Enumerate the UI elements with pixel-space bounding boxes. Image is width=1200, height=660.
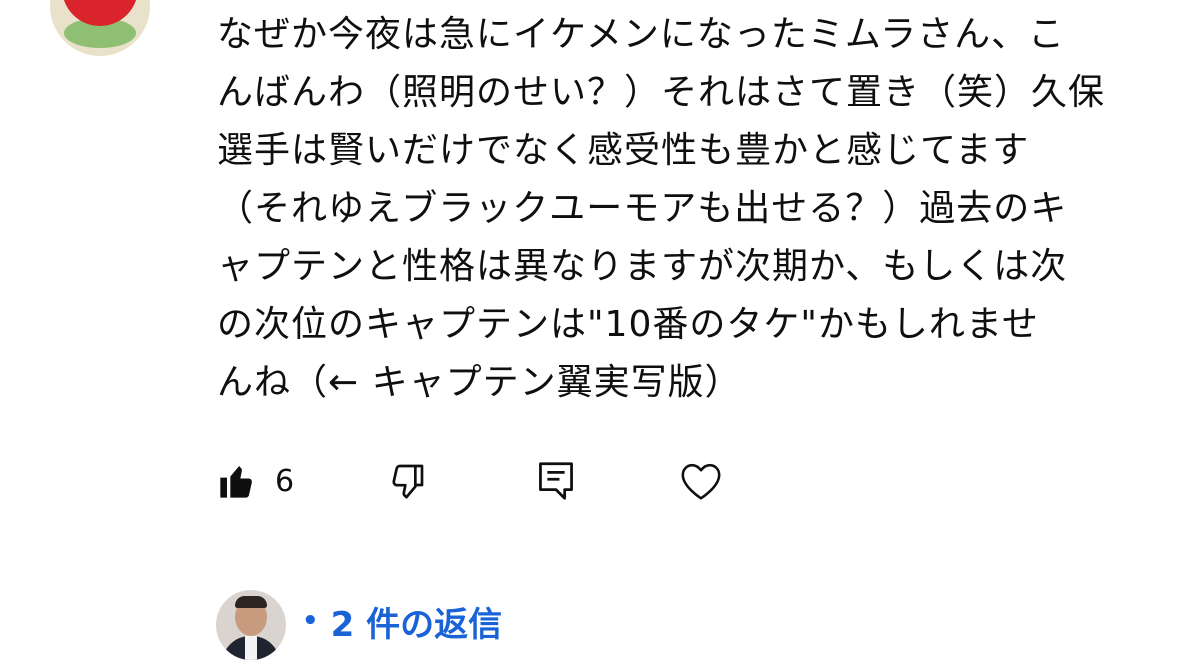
comment-body: なぜか今夜は急にイケメンになったミムラさん、こ んばんわ（照明のせい？）それはさ…	[217, 6, 1137, 412]
comment-line: んね（← キャプテン翼実写版）	[217, 362, 742, 403]
heart-outline-icon	[679, 461, 723, 501]
like-button[interactable]: 6	[217, 456, 294, 506]
comment-line: の次位のキャプテンは"10番のタケ"かもしれませ	[217, 304, 1039, 345]
reply-author-avatar	[216, 590, 286, 660]
comment-line: なぜか今夜は急にイケメンになったミムラさん、こ	[217, 14, 1066, 55]
like-count: 6	[275, 463, 295, 499]
comment-action-bar: 6	[217, 456, 777, 506]
reply-button[interactable]	[537, 456, 575, 506]
commenter-avatar[interactable]	[50, 0, 150, 56]
thumbs-up-filled-icon	[217, 461, 257, 501]
heart-button[interactable]	[679, 456, 723, 506]
comment-reply-icon	[537, 460, 575, 502]
replies-link[interactable]: • 2 件の返信	[302, 597, 502, 646]
comment-line: 選手は賢いだけでなく感受性も豊かと感じてます	[217, 130, 1030, 171]
avatar-hair-shape	[235, 596, 267, 608]
comment-line: ャプテンと性格は異なりますが次期か、もしくは次	[217, 246, 1068, 287]
thumbs-down-outline-icon	[387, 461, 427, 501]
replies-count-label: 2 件の返信	[330, 604, 503, 645]
dislike-button[interactable]	[387, 456, 427, 506]
replies-dot: •	[302, 606, 319, 636]
comment-line: （それゆえブラックユーモアも出せる？）過去のキ	[217, 188, 1068, 229]
view-replies-button[interactable]: • 2 件の返信	[216, 588, 502, 660]
comment-line: んばんわ（照明のせい？）それはさて置き（笑）久保	[217, 72, 1106, 113]
avatar-shirt-shape	[245, 636, 257, 660]
